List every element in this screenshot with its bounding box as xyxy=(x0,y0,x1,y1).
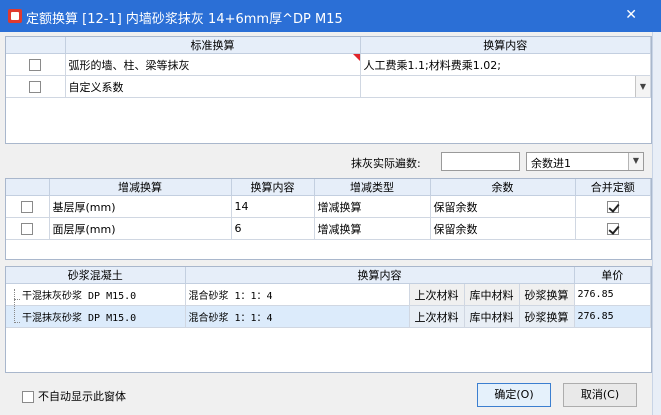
checkbox[interactable] xyxy=(21,201,34,213)
mortar-content[interactable]: 混合砂浆 1：1：4 xyxy=(185,305,410,328)
layer-value[interactable]: 14 xyxy=(231,195,315,218)
rounding-select-value: 余数进1 xyxy=(531,157,571,170)
title-bar: 定额换算 [12-1] 内墙砂浆抹灰 14+6mm厚^DP M15 ✕ xyxy=(0,0,661,32)
library-material-button[interactable]: 库中材料 xyxy=(464,283,520,306)
mortar-price: 276.85 xyxy=(574,305,651,328)
merge-checkbox[interactable] xyxy=(606,201,619,213)
table-row: 弧形的墙、柱、梁等抹灰 人工费乘1.1;材料费乘1.02; xyxy=(6,53,651,76)
no-auto-show-option[interactable]: 不自动显示此窗体 xyxy=(22,388,126,404)
table-row: 干混抹灰砂浆 DP M15.0 混合砂浆 1：1：4 上次材料 库中材料 砂浆换… xyxy=(6,305,651,328)
comment-marker-icon xyxy=(352,54,359,61)
layer-type[interactable]: 增减换算 xyxy=(314,195,431,218)
mortar-name: 干混抹灰砂浆 DP M15.0 xyxy=(6,305,186,328)
mortar-price: 276.85 xyxy=(574,283,651,306)
tree-line xyxy=(14,289,15,323)
header-remainder: 余数 xyxy=(430,179,576,196)
layer-name: 基层厚(mm) xyxy=(49,195,232,218)
header-blank xyxy=(6,37,66,54)
layer-value[interactable]: 6 xyxy=(231,217,315,240)
header-type: 增减类型 xyxy=(314,179,431,196)
header-conversion-content: 换算内容 xyxy=(360,37,651,54)
window-title: 定额换算 [12-1] 内墙砂浆抹灰 14+6mm厚^DP M15 xyxy=(26,12,343,27)
standard-conversion-table: 标准换算 换算内容 弧形的墙、柱、梁等抹灰 人工费乘1.1;材料费乘1.02; … xyxy=(5,36,652,144)
library-material-button[interactable]: 库中材料 xyxy=(464,305,520,328)
rounding-select[interactable]: 余数进1 ▼ xyxy=(526,152,644,171)
header-increase-decrease: 增减换算 xyxy=(49,179,232,196)
layer-type[interactable]: 增减换算 xyxy=(314,217,431,240)
background-window-edge xyxy=(652,32,661,415)
close-button[interactable]: ✕ xyxy=(625,7,637,23)
table-row: 基层厚(mm) 14 增减换算 保留余数 xyxy=(6,195,651,218)
merge-checkbox[interactable] xyxy=(606,223,619,235)
layer-name: 面层厚(mm) xyxy=(49,217,232,240)
layer-remainder[interactable]: 保留余数 xyxy=(430,195,576,218)
plaster-passes-input[interactable] xyxy=(441,152,520,171)
table-row: 自定义系数 ▼ xyxy=(6,75,651,98)
mortar-name: 干混抹灰砂浆 DP M15.0 xyxy=(6,283,186,306)
last-material-button[interactable]: 上次材料 xyxy=(409,305,465,328)
header-mortar: 砂浆混凝土 xyxy=(6,267,186,284)
increase-decrease-table: 增减换算 换算内容 增减类型 余数 合并定额 基层厚(mm) 14 增减换算 保… xyxy=(5,178,652,260)
header-blank xyxy=(6,179,50,196)
row-checkbox-cell[interactable] xyxy=(6,53,66,76)
mortar-conversion-button[interactable]: 砂浆换算 xyxy=(519,283,575,306)
merge-checkbox-cell[interactable] xyxy=(575,195,651,218)
plaster-passes-label: 抹灰实际遍数: xyxy=(351,157,421,170)
header-unit-price: 单价 xyxy=(574,267,651,284)
mortar-conversion-button[interactable]: 砂浆换算 xyxy=(519,305,575,328)
header-conversion-content: 换算内容 xyxy=(185,267,575,284)
header-merge: 合并定额 xyxy=(575,179,651,196)
checkbox[interactable] xyxy=(29,81,42,93)
tree-line xyxy=(14,322,20,323)
ok-button[interactable]: 确定(O) xyxy=(477,383,551,407)
merge-checkbox-cell[interactable] xyxy=(575,217,651,240)
conversion-name-text: 弧形的墙、柱、梁等抹灰 xyxy=(68,58,190,72)
no-auto-show-checkbox[interactable] xyxy=(22,391,34,403)
conversion-content: 人工费乘1.1;材料费乘1.02; xyxy=(360,53,651,76)
chevron-down-icon[interactable]: ▼ xyxy=(635,76,650,97)
row-checkbox-cell[interactable] xyxy=(6,217,50,240)
app-icon xyxy=(8,9,22,23)
row-checkbox-cell[interactable] xyxy=(6,195,50,218)
mortar-table: 砂浆混凝土 换算内容 单价 干混抹灰砂浆 DP M15.0 混合砂浆 1：1：4… xyxy=(5,266,652,373)
cancel-button[interactable]: 取消(C) xyxy=(563,383,637,407)
row-checkbox-cell[interactable] xyxy=(6,75,66,98)
checkbox[interactable] xyxy=(29,59,42,71)
checkbox[interactable] xyxy=(21,223,34,235)
header-standard-conversion: 标准换算 xyxy=(65,37,361,54)
conversion-name: 弧形的墙、柱、梁等抹灰 xyxy=(65,53,361,76)
mortar-content[interactable]: 混合砂浆 1：1：4 xyxy=(185,283,410,306)
conversion-name: 自定义系数 xyxy=(65,75,361,98)
custom-factor-dropdown[interactable]: ▼ xyxy=(360,75,651,98)
no-auto-show-label: 不自动显示此窗体 xyxy=(38,390,126,403)
chevron-down-icon[interactable]: ▼ xyxy=(628,153,643,170)
table-row: 面层厚(mm) 6 增减换算 保留余数 xyxy=(6,217,651,240)
header-conversion-content: 换算内容 xyxy=(231,179,315,196)
last-material-button[interactable]: 上次材料 xyxy=(409,283,465,306)
tree-line xyxy=(14,299,20,300)
layer-remainder[interactable]: 保留余数 xyxy=(430,217,576,240)
table-row: 干混抹灰砂浆 DP M15.0 混合砂浆 1：1：4 上次材料 库中材料 砂浆换… xyxy=(6,283,651,306)
